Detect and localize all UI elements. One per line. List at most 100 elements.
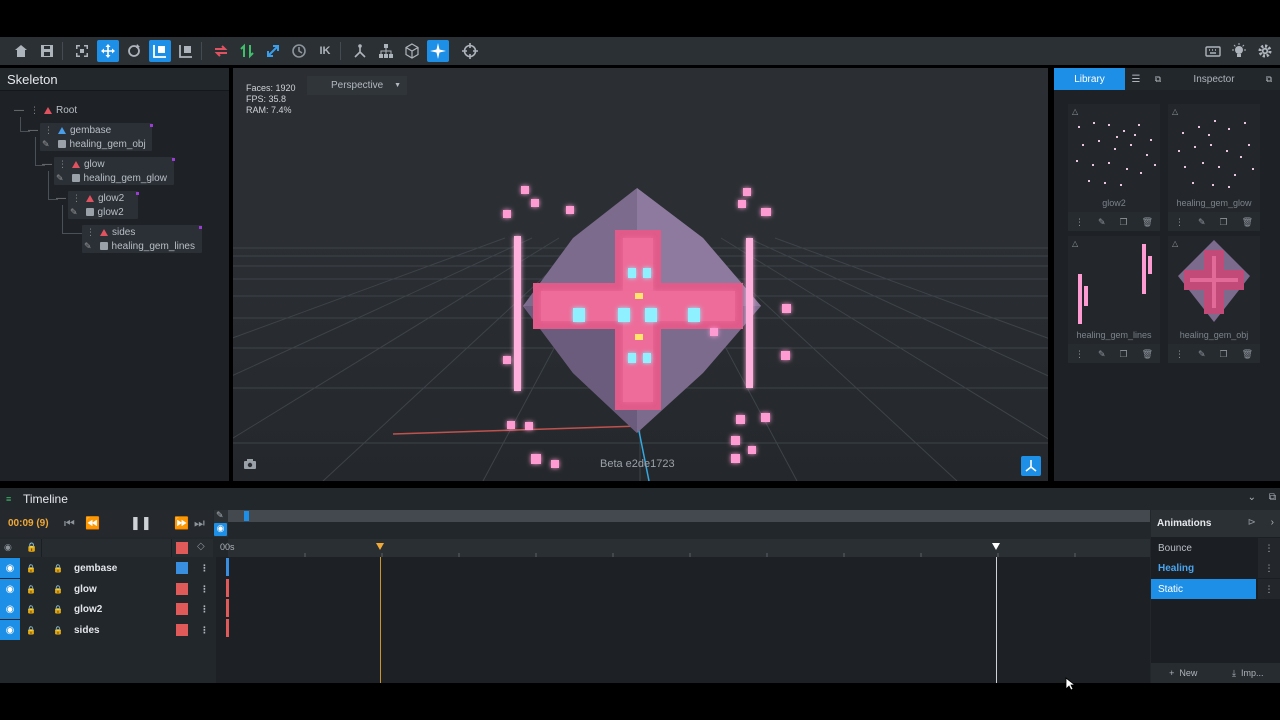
hierarchy-icon[interactable] bbox=[375, 40, 397, 62]
animation-item-healing[interactable]: Healing bbox=[1151, 558, 1256, 578]
edit-pencil-icon[interactable]: ✎ bbox=[1098, 349, 1106, 360]
edit-pencil-icon[interactable]: ✎ bbox=[70, 207, 78, 218]
tree-node-root[interactable]: — ⋮ Root bbox=[14, 104, 77, 116]
tree-node-healing-gem-obj[interactable]: ✎ healing_gem_obj bbox=[42, 138, 146, 150]
reset-pose-icon[interactable] bbox=[288, 40, 310, 62]
library-item[interactable]: △ healing_gem_glow ⋮ ✎ ❐ 🗑 bbox=[1168, 104, 1260, 231]
swap-blue-icon[interactable] bbox=[262, 40, 284, 62]
eye-icon[interactable]: ◉ bbox=[0, 599, 20, 619]
lock-icon[interactable]: 🔒 bbox=[53, 626, 63, 635]
settings-gear-icon[interactable] bbox=[1254, 40, 1276, 62]
pause-icon[interactable]: ❚❚ bbox=[130, 515, 152, 531]
step-forward-icon[interactable]: ⏩ bbox=[174, 516, 189, 530]
more-icon[interactable]: ⋮ bbox=[200, 584, 209, 595]
animation-item-bounce[interactable]: Bounce bbox=[1151, 538, 1256, 558]
color-swatch[interactable] bbox=[176, 583, 188, 595]
end-marker[interactable] bbox=[992, 543, 1000, 550]
axis-gizmo-icon[interactable] bbox=[1021, 456, 1041, 476]
lock-icon[interactable]: 🔒 bbox=[26, 626, 36, 635]
lock-icon[interactable]: 🔒 bbox=[53, 585, 63, 594]
popout-icon[interactable]: ⧉ bbox=[1147, 68, 1169, 90]
swap-red-icon[interactable] bbox=[210, 40, 232, 62]
new-animation-button[interactable]: + New bbox=[1151, 663, 1216, 683]
more-icon[interactable]: ⋮ bbox=[1258, 558, 1280, 578]
delete-icon[interactable]: 🗑 bbox=[1242, 217, 1253, 228]
ik-toggle[interactable]: IK bbox=[314, 40, 336, 62]
save-icon[interactable] bbox=[36, 40, 58, 62]
skip-start-icon[interactable]: ⏮ bbox=[64, 516, 75, 531]
tab-inspector[interactable]: Inspector bbox=[1169, 68, 1259, 90]
screenshot-camera-icon[interactable] bbox=[243, 458, 257, 470]
edit-pencil-icon[interactable]: ✎ bbox=[1198, 349, 1206, 360]
more-icon[interactable]: ⋮ bbox=[1075, 217, 1084, 228]
sparkle-icon[interactable] bbox=[427, 40, 449, 62]
edit-pencil-icon[interactable]: ✎ bbox=[84, 241, 92, 252]
edit-pencil-icon[interactable]: ✎ bbox=[216, 510, 224, 521]
lightbulb-icon[interactable] bbox=[1228, 40, 1250, 62]
mesh-select-icon[interactable] bbox=[175, 40, 197, 62]
filter-icon[interactable]: ⊳ bbox=[1248, 517, 1256, 528]
animation-item-static[interactable]: Static bbox=[1151, 579, 1256, 599]
crosshair-icon[interactable] bbox=[459, 40, 481, 62]
keyframe-diamond-icon[interactable]: ◇ bbox=[197, 541, 205, 552]
more-icon[interactable]: ⋮ bbox=[200, 604, 209, 615]
tree-node-sides[interactable]: ⋮ sides bbox=[86, 226, 135, 238]
more-icon[interactable]: ⋮ bbox=[1258, 538, 1280, 558]
tree-node-glow[interactable]: — ⋮ glow bbox=[42, 158, 105, 170]
library-item[interactable]: △ glow2 ⋮ ✎ ❐ 🗑 bbox=[1068, 104, 1160, 231]
keyframe-tracks[interactable] bbox=[216, 557, 1150, 683]
more-icon[interactable]: ⋮ bbox=[1175, 217, 1184, 228]
delete-icon[interactable]: 🗑 bbox=[1142, 349, 1153, 360]
edit-pencil-icon[interactable]: ✎ bbox=[1198, 217, 1206, 228]
cube-icon[interactable] bbox=[401, 40, 423, 62]
keyboard-icon[interactable] bbox=[1202, 40, 1224, 62]
copy-icon[interactable]: ❐ bbox=[1220, 349, 1228, 360]
tree-node-healing-gem-lines[interactable]: ✎ healing_gem_lines bbox=[84, 240, 195, 252]
more-icon[interactable]: ⋮ bbox=[200, 625, 209, 636]
copy-icon[interactable]: ❐ bbox=[1120, 217, 1128, 228]
library-item[interactable]: △ healing_gem_lines ⋮ ✎ ❐ 🗑 bbox=[1068, 236, 1160, 363]
tree-node-glow2-mesh[interactable]: ✎ glow2 bbox=[70, 206, 124, 218]
lock-icon[interactable]: 🔒 bbox=[53, 605, 63, 614]
3d-viewport[interactable]: Faces: 1920 FPS: 35.8 RAM: 7.4% Perspect… bbox=[233, 68, 1048, 481]
eye-icon[interactable]: ◉ bbox=[0, 558, 20, 578]
more-icon[interactable]: ⋮ bbox=[1258, 579, 1280, 599]
track-row-sides[interactable]: ◉ 🔒 🔒 sides ⋮ bbox=[0, 620, 213, 640]
edit-pencil-icon[interactable]: ✎ bbox=[42, 139, 50, 150]
delete-icon[interactable]: 🗑 bbox=[1142, 217, 1153, 228]
lock-icon[interactable]: 🔒 bbox=[26, 585, 36, 594]
popout-icon[interactable]: ⧉ bbox=[1269, 492, 1276, 503]
eye-icon[interactable]: ◉ bbox=[0, 620, 20, 640]
tab-library[interactable]: Library bbox=[1054, 68, 1125, 90]
bone-tool-icon[interactable] bbox=[349, 40, 371, 62]
copy-icon[interactable]: ❐ bbox=[1120, 349, 1128, 360]
more-icon[interactable]: ⋮ bbox=[200, 563, 209, 574]
lock-icon[interactable]: 🔒 bbox=[26, 564, 36, 573]
tree-node-gembase[interactable]: — ⋮ gembase bbox=[28, 124, 111, 136]
color-swatch[interactable] bbox=[176, 542, 188, 554]
list-view-icon[interactable]: ☰ bbox=[1125, 68, 1147, 90]
step-back-icon[interactable]: ⏪ bbox=[85, 516, 100, 530]
bone-select-icon[interactable] bbox=[149, 40, 171, 62]
skip-end-icon[interactable]: ⏭ bbox=[194, 516, 205, 531]
color-swatch[interactable] bbox=[176, 603, 188, 615]
fit-view-icon[interactable] bbox=[71, 40, 93, 62]
lock-icon[interactable]: 🔒 bbox=[26, 542, 37, 553]
tree-node-healing-gem-glow[interactable]: ✎ healing_gem_glow bbox=[56, 172, 167, 184]
lock-icon[interactable]: 🔒 bbox=[53, 564, 63, 573]
copy-icon[interactable]: ❐ bbox=[1220, 217, 1228, 228]
more-icon[interactable]: ⋮ bbox=[1175, 349, 1184, 360]
tree-node-glow2-bone[interactable]: — ⋮ glow2 bbox=[56, 192, 124, 204]
timeline-ruler[interactable]: 00s bbox=[220, 539, 1150, 557]
visibility-eye-icon[interactable]: ◉ bbox=[214, 523, 227, 536]
color-swatch[interactable] bbox=[176, 624, 188, 636]
swap-green-icon[interactable] bbox=[236, 40, 258, 62]
edit-pencil-icon[interactable]: ✎ bbox=[1098, 217, 1106, 228]
eye-icon[interactable]: ◉ bbox=[4, 542, 12, 553]
chevron-right-icon[interactable]: › bbox=[1271, 517, 1274, 528]
delete-icon[interactable]: 🗑 bbox=[1242, 349, 1253, 360]
track-row-gembase[interactable]: ◉ 🔒 🔒 gembase ⋮ bbox=[0, 558, 213, 578]
timeline-scrubber[interactable] bbox=[228, 510, 1150, 522]
track-row-glow[interactable]: ◉ 🔒 🔒 glow ⋮ bbox=[0, 579, 213, 599]
eye-icon[interactable]: ◉ bbox=[0, 579, 20, 599]
